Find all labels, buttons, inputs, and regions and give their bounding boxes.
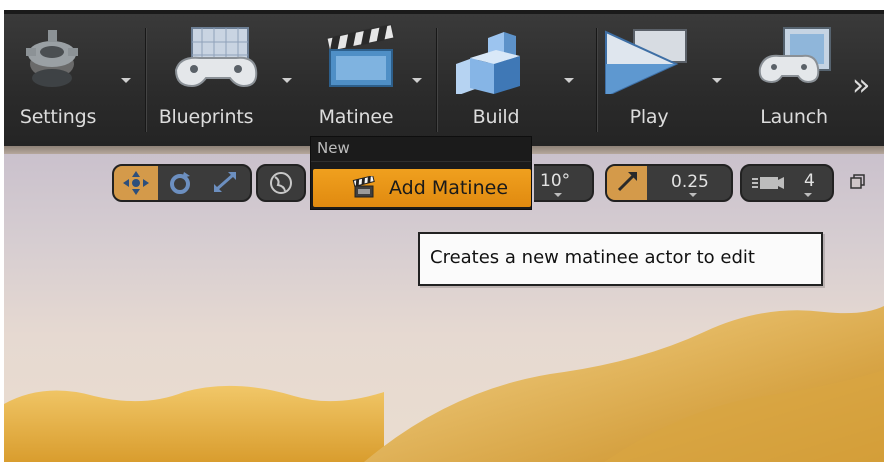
settings-icon (12, 24, 128, 94)
camera-speed-caret[interactable] (804, 193, 812, 197)
matinee-icon (306, 23, 428, 94)
matinee-dropdown-caret[interactable] (412, 78, 422, 83)
toolbar-separator (145, 28, 146, 132)
play-icon (604, 24, 728, 98)
matinee-dropdown-menu: New Add Matinee (310, 136, 532, 210)
launch-icon (744, 24, 844, 94)
build-button[interactable]: Build (446, 14, 586, 142)
maximize-icon[interactable] (850, 174, 866, 190)
rotation-snap-value: 10° (540, 171, 571, 191)
editor-window: Settings Blueprints Matinee Build Play L… (4, 10, 884, 462)
tooltip-text: Creates a new matinee actor to edit (430, 247, 755, 268)
scale-snap-caret[interactable] (689, 193, 697, 197)
camera-speed-button[interactable]: 4 (740, 164, 834, 202)
camera-speed-value: 4 (804, 171, 815, 191)
rotate-icon (170, 172, 190, 194)
scale-snap-group: 0.25 (605, 164, 733, 202)
scale-snap-toggle[interactable] (607, 166, 647, 200)
build-dropdown-caret[interactable] (564, 78, 574, 83)
rotate-mode-button[interactable] (160, 166, 200, 200)
add-matinee-label: Add Matinee (389, 177, 509, 199)
world-local-toggle[interactable] (256, 164, 306, 202)
menu-section-divider (311, 161, 531, 162)
blueprints-icon (156, 24, 296, 94)
matinee-label: Matinee (318, 106, 394, 128)
settings-label: Settings (19, 106, 97, 128)
play-dropdown-caret[interactable] (712, 78, 722, 83)
add-matinee-menu-item[interactable]: Add Matinee (313, 169, 531, 207)
rotation-snap-field[interactable]: 10° (534, 164, 594, 202)
blueprints-button[interactable]: Blueprints (156, 14, 296, 142)
world-local-icon (270, 172, 292, 194)
transform-mode-group (112, 164, 252, 202)
scale-icon (214, 172, 236, 192)
translate-icon (123, 171, 149, 195)
settings-button[interactable]: Settings (12, 14, 131, 142)
tooltip: Creates a new matinee actor to edit (418, 232, 823, 286)
matinee-clapper-icon (352, 176, 375, 198)
toolbar-overflow-button[interactable]: » (852, 68, 870, 103)
build-icon (446, 24, 586, 96)
camera-speed-icon (752, 177, 784, 189)
settings-dropdown-caret[interactable] (121, 78, 131, 83)
rotation-snap-caret[interactable] (554, 193, 562, 197)
scale-mode-button[interactable] (202, 166, 250, 200)
toolbar-separator (436, 28, 437, 132)
matinee-button[interactable]: Matinee (306, 14, 428, 142)
launch-label: Launch (760, 106, 828, 128)
launch-button[interactable]: Launch (744, 14, 844, 142)
menu-section-header: New (317, 139, 350, 157)
main-toolbar: Settings Blueprints Matinee Build Play L… (4, 10, 884, 146)
blueprints-label: Blueprints (158, 106, 254, 128)
play-label: Play (629, 106, 669, 128)
toolbar-separator (596, 28, 597, 132)
play-button[interactable]: Play (604, 14, 728, 142)
scale-snap-icon (617, 172, 637, 192)
blueprints-dropdown-caret[interactable] (282, 78, 292, 83)
build-label: Build (472, 106, 520, 128)
scale-snap-value[interactable]: 0.25 (671, 172, 709, 192)
translate-mode-button[interactable] (114, 166, 158, 200)
